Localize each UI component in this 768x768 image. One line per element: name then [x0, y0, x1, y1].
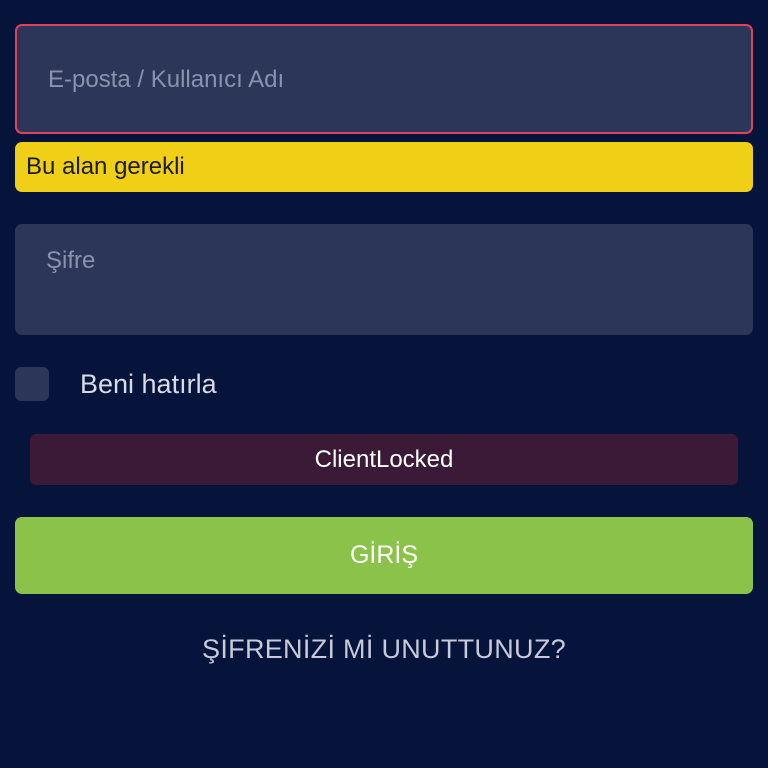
email-input[interactable] [17, 26, 751, 132]
forgot-password-link[interactable]: ŞİFRENİZİ Mİ UNUTTUNUZ? [0, 634, 768, 665]
client-locked-message: ClientLocked [30, 434, 738, 485]
login-button[interactable]: GİRİŞ [15, 517, 753, 594]
password-field-container [15, 224, 753, 335]
password-input[interactable] [15, 224, 753, 298]
remember-me-toggle[interactable]: Beni hatırla [15, 366, 217, 402]
remember-me-label: Beni hatırla [80, 368, 217, 399]
email-error-message: Bu alan gerekli [15, 142, 753, 192]
login-page: Bu alan gerekli Beni hatırla ClientLocke… [0, 0, 768, 768]
remember-me-checkbox[interactable] [15, 367, 49, 401]
email-field-container [15, 24, 753, 134]
